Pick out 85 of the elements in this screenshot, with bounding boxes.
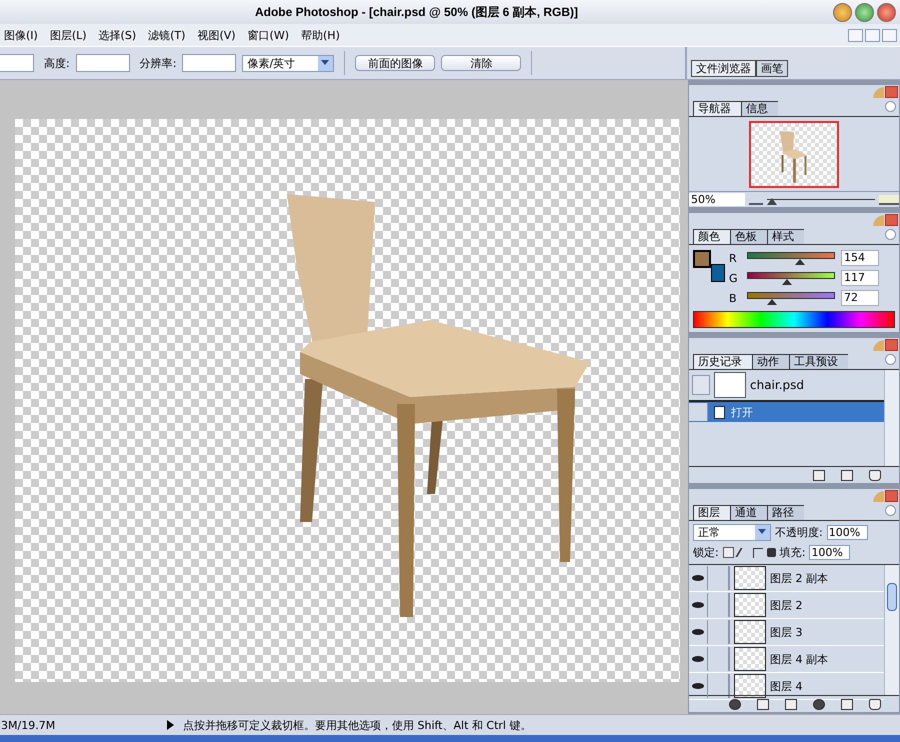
menu-item[interactable]: 图像(I) [0,28,46,42]
channel-slider[interactable] [747,292,835,304]
input-field[interactable] [76,54,130,72]
slider-thumb[interactable] [766,298,777,304]
dock-icon [871,490,884,502]
menu-item[interactable]: 滤镜(T) [144,28,194,42]
channel-slider[interactable] [747,272,835,284]
menu-item[interactable]: 图层(L) [46,28,95,42]
layer-row[interactable]: 图层 2 [689,592,884,619]
opacity-label: 不透明度: [775,525,823,540]
menu-item[interactable]: 帮助(H) [297,28,348,42]
panel-menu-button[interactable] [885,101,896,112]
field-label: 分辨率: [140,56,176,70]
field-label: 高度: [44,56,70,70]
slider-thumb[interactable] [794,258,805,264]
panel-tab[interactable]: 历史记录 [693,354,752,369]
layer-thumbnail [734,593,766,617]
channel-value-field[interactable]: 117 [841,270,879,286]
document-size: 3M/19.7M [0,718,56,732]
panel-tab[interactable]: 色板 [730,229,767,244]
panel-menu-button[interactable] [885,229,896,240]
opacity-field[interactable]: 100% [826,525,868,540]
close-button[interactable] [877,2,896,22]
panel-tab[interactable]: 样式 [767,229,804,244]
background-color-swatch[interactable] [711,264,725,282]
close-button[interactable] [882,28,897,42]
layer-thumbnail [734,620,766,644]
blend-mode-select[interactable]: 正常 [693,524,771,541]
dock-icon [871,214,884,226]
layer-thumbnail [734,566,766,590]
panel-menu-button[interactable] [885,354,896,365]
panel-menu-button[interactable] [885,505,896,516]
layer-row[interactable]: 图层 3 [689,619,884,646]
layer-thumbnail [734,647,766,671]
maximize-button[interactable] [855,2,874,22]
foreground-color-swatch[interactable] [693,250,711,268]
channel-value-field[interactable]: 72 [841,290,879,306]
width-field[interactable] [0,54,34,72]
option-button[interactable]: 前面的图像 [355,55,436,71]
channel-label: R [729,252,738,264]
panel-tab[interactable]: 路径 [767,505,804,520]
palette-tab[interactable]: 文件浏览器 [691,60,756,77]
color-spectrum[interactable] [693,311,895,328]
panel-tab[interactable]: 颜色 [693,229,730,244]
menu-item[interactable]: 选择(S) [94,28,144,42]
channel-value-field[interactable]: 154 [841,250,879,266]
fill-label: 填充: [780,545,806,560]
caret-icon [755,525,770,540]
lock-label: 锁定: [693,545,719,560]
input-field[interactable] [182,54,236,72]
layer-thumbnail [734,674,766,698]
minimize-button[interactable] [848,28,863,42]
snapshot-thumbnail [714,372,746,398]
panel-tab[interactable]: 图层 [693,505,730,520]
minimize-button[interactable] [833,2,852,22]
menu-item[interactable]: 视图(V) [193,28,244,42]
chair-drawing [780,130,806,182]
caret-icon [318,56,334,70]
panel-tab[interactable]: 动作 [752,354,789,369]
panel-tab[interactable]: 导航器 [693,101,741,116]
panel-tab[interactable]: 通道 [730,505,767,520]
dock-icon [871,86,884,98]
zoom-field[interactable]: 50% [689,193,745,206]
layer-row[interactable]: 图层 2 副本 [689,565,884,592]
dock-icon [871,339,884,351]
fill-field[interactable]: 100% [809,545,850,560]
panel-tab[interactable]: 工具预设 [789,354,848,369]
slider-thumb[interactable] [782,278,792,284]
channel-label: G [729,272,739,284]
palette-tab[interactable]: 画笔 [756,60,788,77]
channel-label: B [729,292,738,304]
window-title: Adobe Photoshop - [chair.psd @ 50% (图层 6 副本, RGB)] [254,4,580,20]
restore-button[interactable] [865,28,880,42]
scrollbar[interactable] [884,565,899,695]
menu-item[interactable]: 窗口(W) [244,28,298,42]
status-message: 点按并拖移可定义裁切框。要用其他选项，使用 Shift、Alt 和 Ctrl 键。 [183,718,532,732]
option-button[interactable]: 清除 [441,55,522,71]
panel-tab[interactable]: 信息 [741,101,778,116]
layer-row[interactable]: 图层 4 副本 [689,646,884,673]
history-state[interactable]: 打开 [689,402,884,422]
scrollbar[interactable] [884,370,899,466]
zoom-slider-thumb[interactable] [767,198,778,205]
unit-select[interactable]: 像素/英寸 [242,54,334,72]
snapshot-name: chair.psd [750,378,804,392]
channel-slider[interactable] [747,252,835,264]
